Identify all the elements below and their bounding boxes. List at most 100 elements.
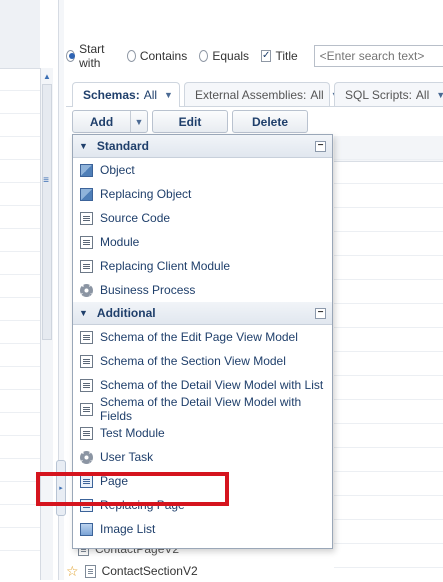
title-checkbox[interactable]: ✓ [261, 50, 272, 62]
highlight-box [36, 472, 229, 506]
table-row[interactable] [334, 328, 443, 352]
tab-strip: Schemas: All ▼ External Assemblies: All … [66, 82, 443, 107]
menu-item-source-code[interactable]: Source Code [73, 206, 332, 230]
left-row[interactable] [0, 528, 40, 551]
grip-icon[interactable]: ≡ [40, 176, 52, 186]
table-row[interactable] [334, 352, 443, 376]
table-row[interactable] [334, 136, 443, 160]
menu-item-label: Replacing Object [100, 187, 192, 201]
document-icon [80, 259, 93, 273]
table-row[interactable] [334, 232, 443, 256]
table-row[interactable] [334, 280, 443, 304]
left-row[interactable] [0, 160, 40, 183]
table-row[interactable] [334, 472, 443, 496]
left-row[interactable] [0, 321, 40, 344]
table-row[interactable] [334, 496, 443, 520]
radio-label-equals[interactable]: Equals [212, 49, 249, 63]
tab-label: Schemas: [83, 88, 140, 102]
left-row[interactable] [0, 252, 40, 275]
left-row[interactable] [0, 114, 40, 137]
left-panel-header [0, 0, 40, 69]
add-dropdown-icon[interactable]: ▼ [130, 111, 147, 132]
scroll-up-arrow-icon[interactable]: ▲ [42, 72, 52, 82]
radio-start-with[interactable] [66, 50, 76, 62]
table-row[interactable] [334, 304, 443, 328]
menu-item-module[interactable]: Module [73, 230, 332, 254]
radio-label-start-with[interactable]: Start with [79, 42, 115, 70]
scroll-thumb[interactable] [42, 84, 52, 340]
radio-label-contains[interactable]: Contains [140, 49, 187, 63]
table-row[interactable] [334, 160, 443, 184]
menu-item-replacing-client-module[interactable]: Replacing Client Module [73, 254, 332, 278]
menu-item-label: Module [100, 235, 140, 249]
left-row[interactable] [0, 482, 40, 505]
menu-item-label: Schema of the Detail View Model with Lis… [100, 378, 324, 392]
star-icon[interactable]: ☆ [66, 563, 79, 580]
filter-dropdown-icon[interactable]: ▼ [436, 90, 443, 100]
menu-item-label: Schema of the Edit Page View Model [100, 330, 298, 344]
document-icon [80, 378, 93, 392]
left-row[interactable] [0, 91, 40, 114]
table-row[interactable] [334, 184, 443, 208]
menu-item-business-process[interactable]: Business Process [73, 278, 332, 302]
table-row[interactable] [334, 400, 443, 424]
edit-button[interactable]: Edit [152, 110, 228, 133]
search-bar: Start with Contains Equals ✓ Title [66, 42, 443, 70]
menu-item-label: User Task [100, 450, 154, 464]
menu-item-test-module[interactable]: Test Module [73, 421, 332, 445]
document-icon [80, 211, 93, 225]
tab-external-assemblies[interactable]: External Assemblies: All ▼ [184, 82, 340, 106]
left-row[interactable] [0, 183, 40, 206]
group-standard[interactable]: ▼ Standard − [73, 135, 332, 158]
tab-schemas[interactable]: Schemas: All ▼ [72, 82, 180, 107]
add-button-label[interactable]: Add [73, 115, 130, 129]
document-icon [80, 354, 93, 368]
delete-button[interactable]: Delete [232, 110, 308, 133]
collapse-icon[interactable]: − [315, 307, 326, 319]
left-row[interactable] [0, 436, 40, 459]
document-icon [80, 426, 93, 440]
left-row[interactable] [0, 206, 40, 229]
menu-item-detail-view-model-list[interactable]: Schema of the Detail View Model with Lis… [73, 373, 332, 397]
table-row[interactable] [334, 544, 443, 568]
left-row[interactable] [0, 390, 40, 413]
left-row[interactable] [0, 275, 40, 298]
add-button[interactable]: Add ▼ [72, 110, 148, 133]
left-row[interactable] [0, 137, 40, 160]
left-row[interactable] [0, 459, 40, 482]
menu-item-image-list[interactable]: Image List [73, 517, 332, 541]
menu-item-label: Schema of the Detail View Model with Fie… [100, 395, 302, 423]
tab-label: External Assemblies: [195, 87, 307, 102]
toolbar: Add ▼ Edit Delete [72, 110, 308, 134]
table-row[interactable] [334, 448, 443, 472]
left-row[interactable] [0, 229, 40, 252]
table-row[interactable] [334, 376, 443, 400]
table-row[interactable]: ☆ ContactSectionV2 [66, 560, 198, 582]
group-additional[interactable]: ▼ Additional − [73, 302, 332, 325]
table-row[interactable] [334, 256, 443, 280]
tab-sql-scripts[interactable]: SQL Scripts: All ▼ [334, 82, 443, 106]
radio-contains[interactable] [126, 50, 136, 62]
collapse-icon[interactable]: − [315, 140, 326, 152]
menu-item-section-view-model[interactable]: Schema of the Section View Model [73, 349, 332, 373]
menu-item-edit-page-view-model[interactable]: Schema of the Edit Page View Model [73, 325, 332, 349]
left-row[interactable] [0, 367, 40, 390]
table-row[interactable] [334, 208, 443, 232]
left-row[interactable] [0, 68, 40, 91]
radio-equals[interactable] [199, 50, 209, 62]
menu-item-label: Test Module [100, 426, 165, 440]
menu-item-detail-view-model-fields[interactable]: Schema of the Detail View Model with Fie… [73, 395, 332, 423]
menu-item-user-task[interactable]: User Task [73, 445, 332, 469]
left-row[interactable] [0, 413, 40, 436]
left-row[interactable] [0, 505, 40, 528]
table-row[interactable] [334, 424, 443, 448]
gear-icon [80, 283, 93, 297]
menu-item-object[interactable]: Object [73, 158, 332, 182]
title-checkbox-label[interactable]: Title [275, 49, 297, 63]
menu-item-replacing-object[interactable]: Replacing Object [73, 182, 332, 206]
left-row[interactable] [0, 344, 40, 367]
search-input[interactable] [313, 45, 443, 67]
table-row[interactable] [334, 520, 443, 544]
left-row[interactable] [0, 298, 40, 321]
filter-dropdown-icon[interactable]: ▼ [164, 90, 173, 100]
